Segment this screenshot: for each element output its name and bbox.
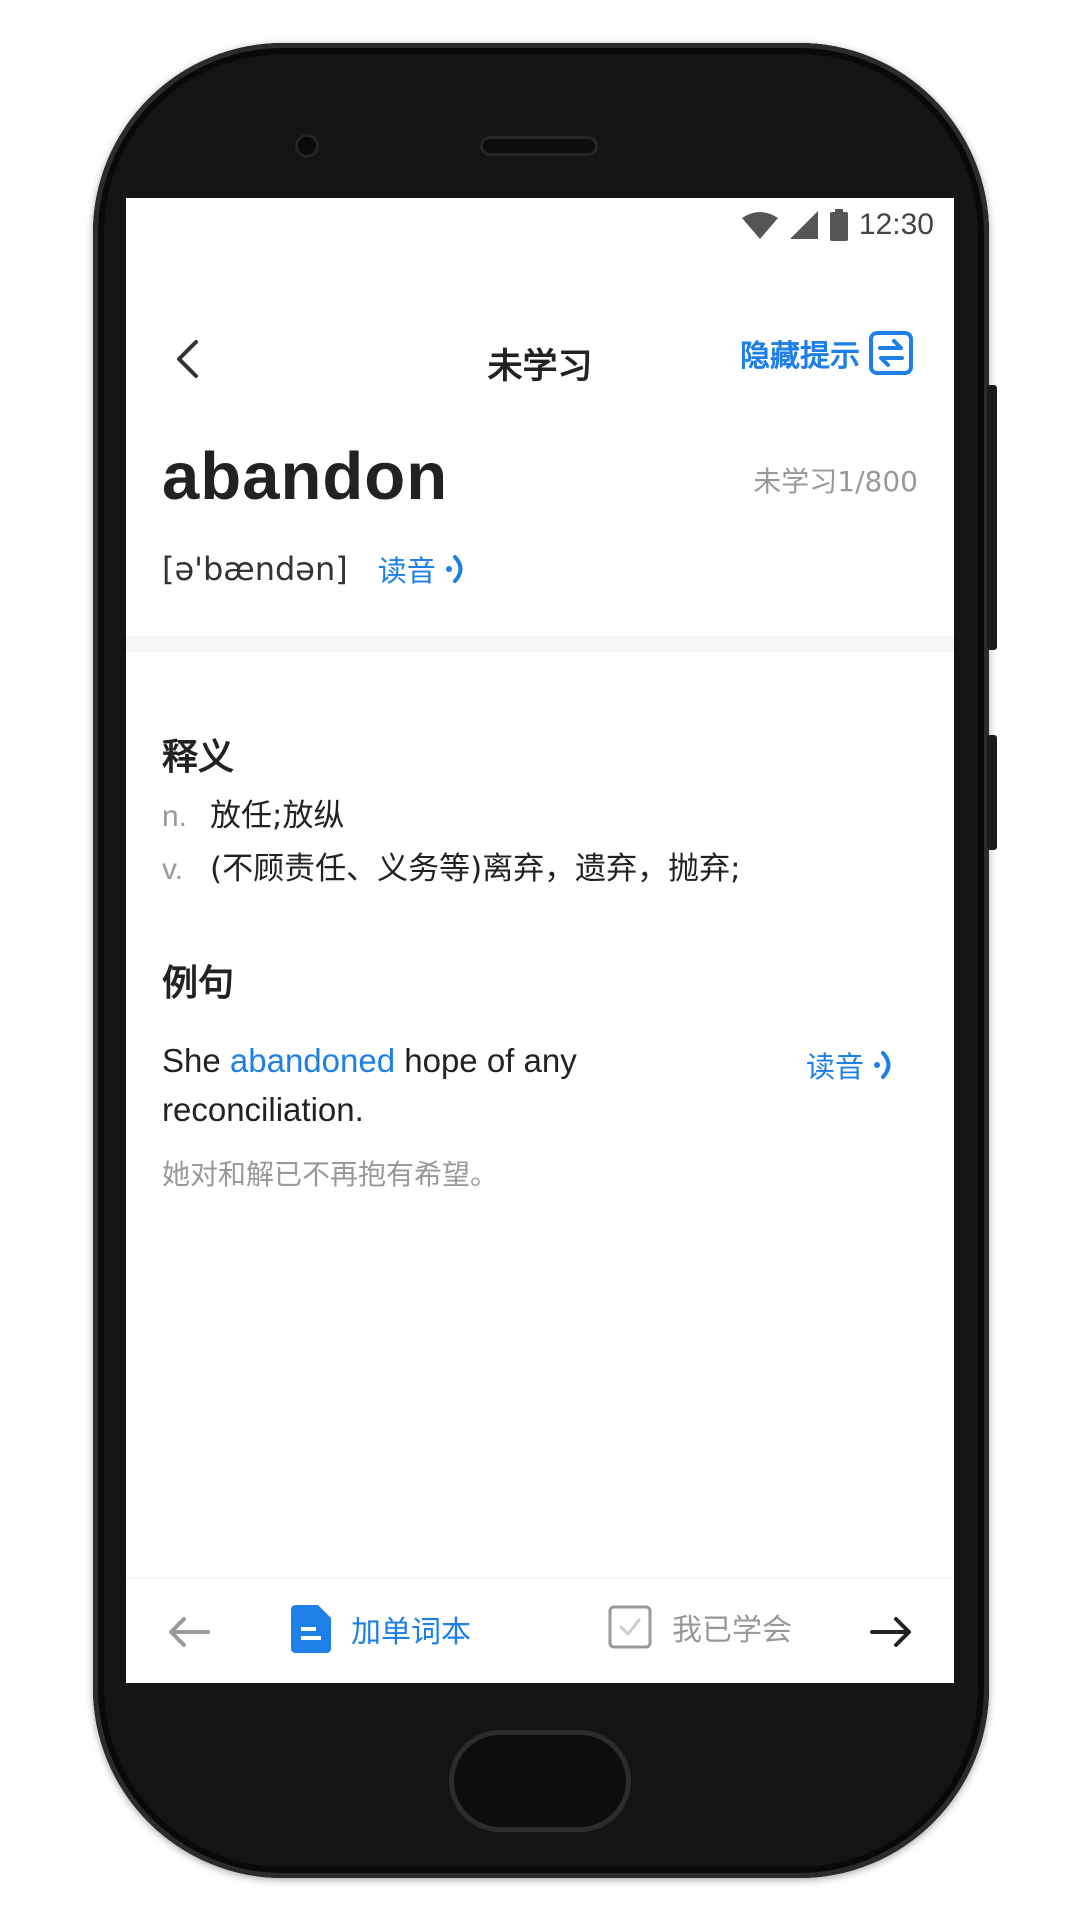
bottom-action-bar: 加单词本 我已学会: [126, 1578, 954, 1683]
checkbox-icon: [608, 1605, 652, 1649]
earpiece-speaker: [483, 139, 595, 153]
read-label: 读音: [805, 1050, 864, 1084]
definition-text: (不顾责任、义务等)离弃，遗弃，抛弃;: [210, 851, 741, 887]
example-highlight: abandoned: [229, 1042, 396, 1079]
document-icon: [291, 1605, 331, 1653]
definition-text: 放任;放纵: [210, 798, 345, 834]
word-header: abandon 未学习1/800 [ə'bændən] 读音: [162, 438, 918, 588]
status-time: 12:30: [858, 208, 934, 241]
next-word-button[interactable]: [866, 1607, 916, 1657]
example-heading: 例句: [162, 963, 235, 1004]
add-to-wordbook-button[interactable]: 加单词本: [291, 1605, 471, 1653]
definition-item: v. (不顾责任、义务等)离弃，遗弃，抛弃;: [162, 843, 741, 888]
hide-hint-label: 隐藏提示: [740, 339, 860, 374]
top-nav: 未学习 隐藏提示: [126, 318, 954, 398]
arrow-left-icon: [169, 1617, 210, 1647]
status-icons: 12:30: [741, 208, 934, 242]
definition-item: n. 放任;放纵: [162, 790, 344, 835]
mark-learned-label: 我已学会: [672, 1613, 792, 1648]
phonetic-row: [ə'bændən] 读音: [162, 548, 468, 590]
example-before: She: [162, 1042, 230, 1079]
home-button[interactable]: [449, 1730, 631, 1832]
hide-hint-button[interactable]: 隐藏提示: [740, 330, 914, 376]
part-of-speech: n.: [162, 800, 188, 833]
swap-icon: [869, 331, 913, 375]
front-camera: [298, 137, 316, 155]
add-to-wordbook-label: 加单词本: [351, 1615, 471, 1650]
learning-progress: 未学习1/800: [753, 465, 918, 498]
example-read-button[interactable]: 读音: [806, 1044, 896, 1086]
status-bar: 12:30: [126, 198, 954, 258]
arrow-right-icon: [870, 1617, 911, 1647]
phonetic-text: [ə'bændən]: [162, 550, 348, 588]
word-read-button[interactable]: 读音: [378, 548, 468, 590]
sound-wave-icon: [874, 1051, 891, 1079]
power-button: [987, 735, 997, 850]
signal-icon: [789, 211, 818, 239]
section-divider: [126, 636, 954, 652]
example-translation: 她对和解已不再抱有希望。: [162, 1158, 499, 1191]
example-sentence: She abandoned hope of any reconciliation…: [162, 1036, 752, 1134]
app-screen: 12:30 未学习 隐藏提示 abandon 未学习1/800 [ə'bændə…: [126, 198, 954, 1683]
battery-icon: [829, 209, 848, 241]
previous-word-button[interactable]: [164, 1607, 214, 1657]
wifi-icon: [741, 212, 778, 239]
mark-learned-button[interactable]: 我已学会: [608, 1605, 792, 1649]
part-of-speech: v.: [162, 853, 184, 886]
read-label: 读音: [377, 554, 436, 588]
sound-wave-icon: [445, 555, 463, 583]
definition-heading: 释义: [162, 737, 235, 778]
volume-button: [987, 385, 997, 650]
